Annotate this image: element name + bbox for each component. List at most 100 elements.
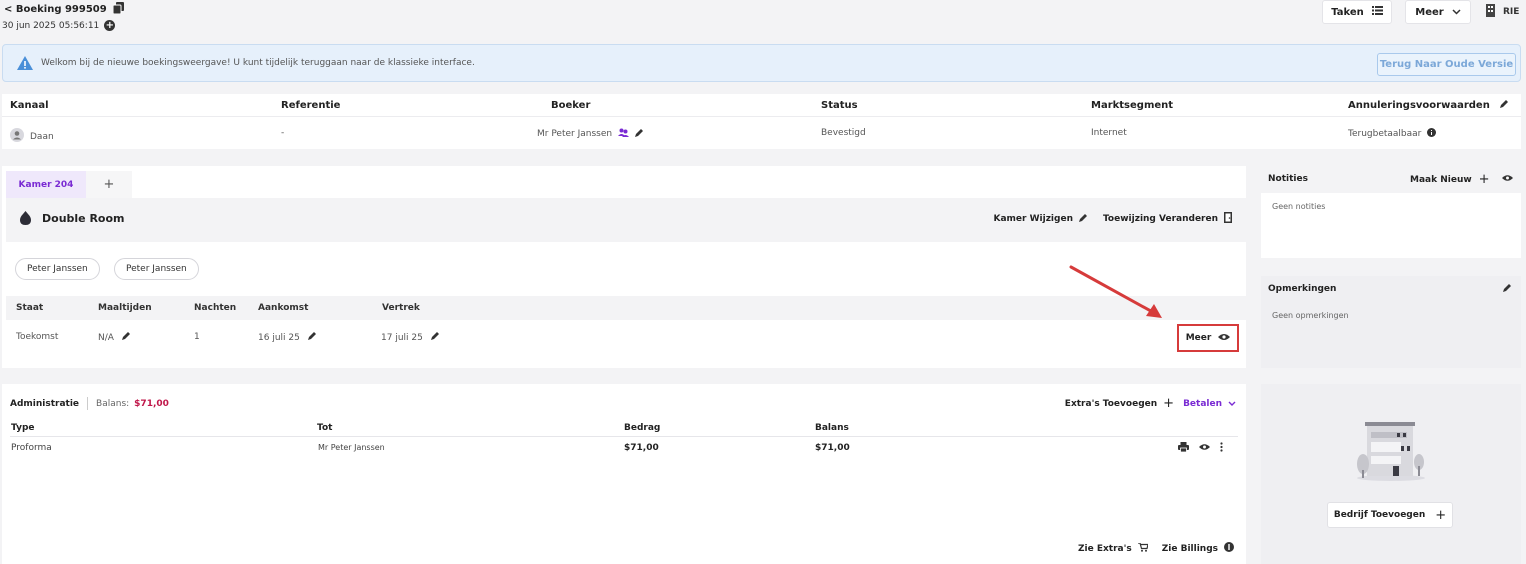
pencil-icon — [1078, 213, 1087, 225]
pencil-icon[interactable] — [430, 332, 439, 343]
cancellation-header-label: Annuleringsvoorwaarden — [1348, 100, 1490, 111]
remarks-empty: Geen opmerkingen — [1272, 311, 1349, 320]
notes-empty: Geen notities — [1272, 202, 1326, 211]
notes-header: Notities Maak Nieuw + — [1261, 166, 1521, 193]
welcome-message: Welkom bij de nieuwe boekingsweergave! U… — [41, 58, 475, 68]
change-room-button[interactable]: Kamer Wijzigen — [994, 212, 1087, 226]
administration-footer: Zie Extra's Zie Billings — [1078, 541, 1234, 555]
more-menu-label: Meer — [1415, 6, 1444, 18]
header-channel: Kanaal — [10, 100, 49, 111]
guest-pill[interactable]: Peter Janssen — [114, 258, 199, 280]
back-to-old-version-button[interactable]: Terug Naar Oude Versie — [1377, 53, 1516, 76]
room-card: Kamer 204 + Double Room Kamer Wijzigen T… — [2, 166, 1246, 368]
pay-label: Betalen — [1183, 398, 1222, 409]
users-icon[interactable] — [618, 128, 630, 140]
annotation-arrow — [1069, 265, 1162, 318]
booking-title: < Boeking 999509 — [4, 4, 107, 15]
eye-icon[interactable] — [1501, 174, 1513, 185]
door-icon — [1224, 212, 1232, 226]
notes-title: Notities — [1268, 174, 1308, 184]
booking-back-link[interactable]: < Boeking 999509 — [4, 2, 124, 17]
pencil-icon[interactable] — [1499, 100, 1508, 111]
chevron-down-icon — [1452, 7, 1461, 18]
cancellation-text: Terugbetaalbaar — [1348, 129, 1422, 139]
see-extras-button[interactable]: Zie Extra's — [1078, 541, 1149, 555]
notes-actions: Maak Nieuw + — [1410, 172, 1513, 187]
list-icon — [1371, 6, 1383, 18]
header-arrival: Aankomst — [258, 303, 309, 313]
reference-value: - — [281, 128, 285, 138]
pencil-icon[interactable] — [1503, 284, 1511, 295]
plus-icon: + — [1435, 507, 1447, 523]
header-market-segment: Marktsegment — [1091, 100, 1174, 111]
see-billings-button[interactable]: Zie Billings — [1162, 542, 1234, 555]
balance-value: $71,00 — [134, 398, 169, 409]
guest-pill[interactable]: Peter Janssen — [15, 258, 100, 280]
see-billings-label: Zie Billings — [1161, 543, 1218, 554]
add-company-button[interactable]: Bedrijf Toevoegen + — [1327, 502, 1453, 528]
eye-icon[interactable] — [1199, 443, 1210, 454]
create-note-button[interactable]: Maak Nieuw + — [1410, 172, 1490, 187]
arrival-value: 16 juli 25 — [258, 332, 316, 343]
pencil-icon[interactable] — [121, 332, 130, 343]
user-initials: RIE — [1503, 7, 1520, 17]
departure-value: 17 juli 25 — [381, 332, 439, 343]
booker-name[interactable]: Mr Peter Janssen — [537, 129, 612, 139]
header-cancellation: Annuleringsvoorwaarden — [1348, 100, 1508, 111]
info-icon[interactable] — [1427, 128, 1437, 140]
change-assignment-label: Toewijzing Veranderen — [1102, 214, 1218, 224]
chevron-down-icon — [1228, 399, 1236, 409]
cart-icon — [1137, 541, 1149, 555]
header-status: Status — [821, 100, 858, 111]
change-assignment-button[interactable]: Toewijzing Veranderen — [1103, 212, 1232, 226]
booking-date-row: 30 jun 2025 05:56:11 + — [2, 20, 116, 31]
print-icon[interactable] — [1178, 442, 1189, 455]
header-amount: Bedrag — [624, 423, 661, 433]
add-circle-icon[interactable]: + — [104, 20, 116, 31]
header-state: Staat — [16, 303, 44, 313]
tasks-label: Taken — [1331, 6, 1364, 18]
pencil-icon[interactable] — [635, 128, 644, 140]
copy-icon[interactable] — [112, 2, 124, 17]
tasks-button[interactable]: Taken — [1322, 0, 1392, 24]
pencil-icon[interactable] — [307, 332, 316, 343]
stay-more-button[interactable]: Meer — [1177, 324, 1239, 352]
row-balance: $71,00 — [815, 443, 850, 453]
room-name: Double Room — [42, 212, 125, 225]
header-meals: Maaltijden — [98, 303, 152, 313]
nights-value: 1 — [194, 332, 200, 342]
row-amount: $71,00 — [624, 443, 659, 453]
create-note-label: Maak Nieuw — [1410, 174, 1472, 185]
stay-table-header: Staat Maaltijden Nachten Aankomst Vertre… — [6, 296, 1246, 320]
state-value: Toekomst — [16, 332, 59, 342]
remarks-title: Opmerkingen — [1268, 284, 1337, 294]
welcome-banner: Welkom bij de nieuwe boekingsweergave! U… — [2, 44, 1521, 82]
booking-info-table: Kanaal Referentie Boeker Status Marktseg… — [2, 94, 1521, 149]
change-room-label: Kamer Wijzigen — [993, 214, 1073, 224]
channel-value: Daan — [10, 128, 54, 145]
arrival-text: 16 juli 25 — [258, 332, 300, 343]
kebab-menu-icon[interactable] — [1220, 442, 1223, 455]
add-room-tab-button[interactable]: + — [86, 171, 132, 198]
meals-value: N/A — [98, 332, 130, 343]
notes-panel: Notities Maak Nieuw + Geen notities — [1261, 166, 1521, 258]
user-menu[interactable]: RIE — [1486, 4, 1519, 20]
tab-room-204[interactable]: Kamer 204 — [6, 171, 86, 198]
header-reference: Referentie — [281, 100, 341, 111]
balance-label: Balans: — [96, 398, 130, 409]
administration-title-row: Administratie Balans: $71,00 — [10, 397, 169, 410]
meals-text: N/A — [98, 332, 114, 343]
room-header: Double Room Kamer Wijzigen Toewijzing Ve… — [6, 198, 1246, 242]
departure-text: 17 juli 25 — [381, 332, 423, 343]
divider — [2, 116, 1521, 117]
pay-dropdown[interactable]: Betalen — [1183, 399, 1236, 409]
room-type-icon — [20, 211, 31, 228]
administration-actions: Extra's Toevoegen + Betalen — [1065, 396, 1236, 411]
avatar-icon — [10, 128, 24, 145]
add-extras-button[interactable]: Extra's Toevoegen + — [1065, 396, 1174, 411]
channel-text: Daan — [30, 131, 54, 142]
more-menu-button[interactable]: Meer — [1405, 0, 1471, 24]
booker-value: Mr Peter Janssen — [537, 128, 644, 140]
building-icon — [1486, 4, 1495, 20]
row-to: Mr Peter Janssen — [318, 443, 385, 452]
